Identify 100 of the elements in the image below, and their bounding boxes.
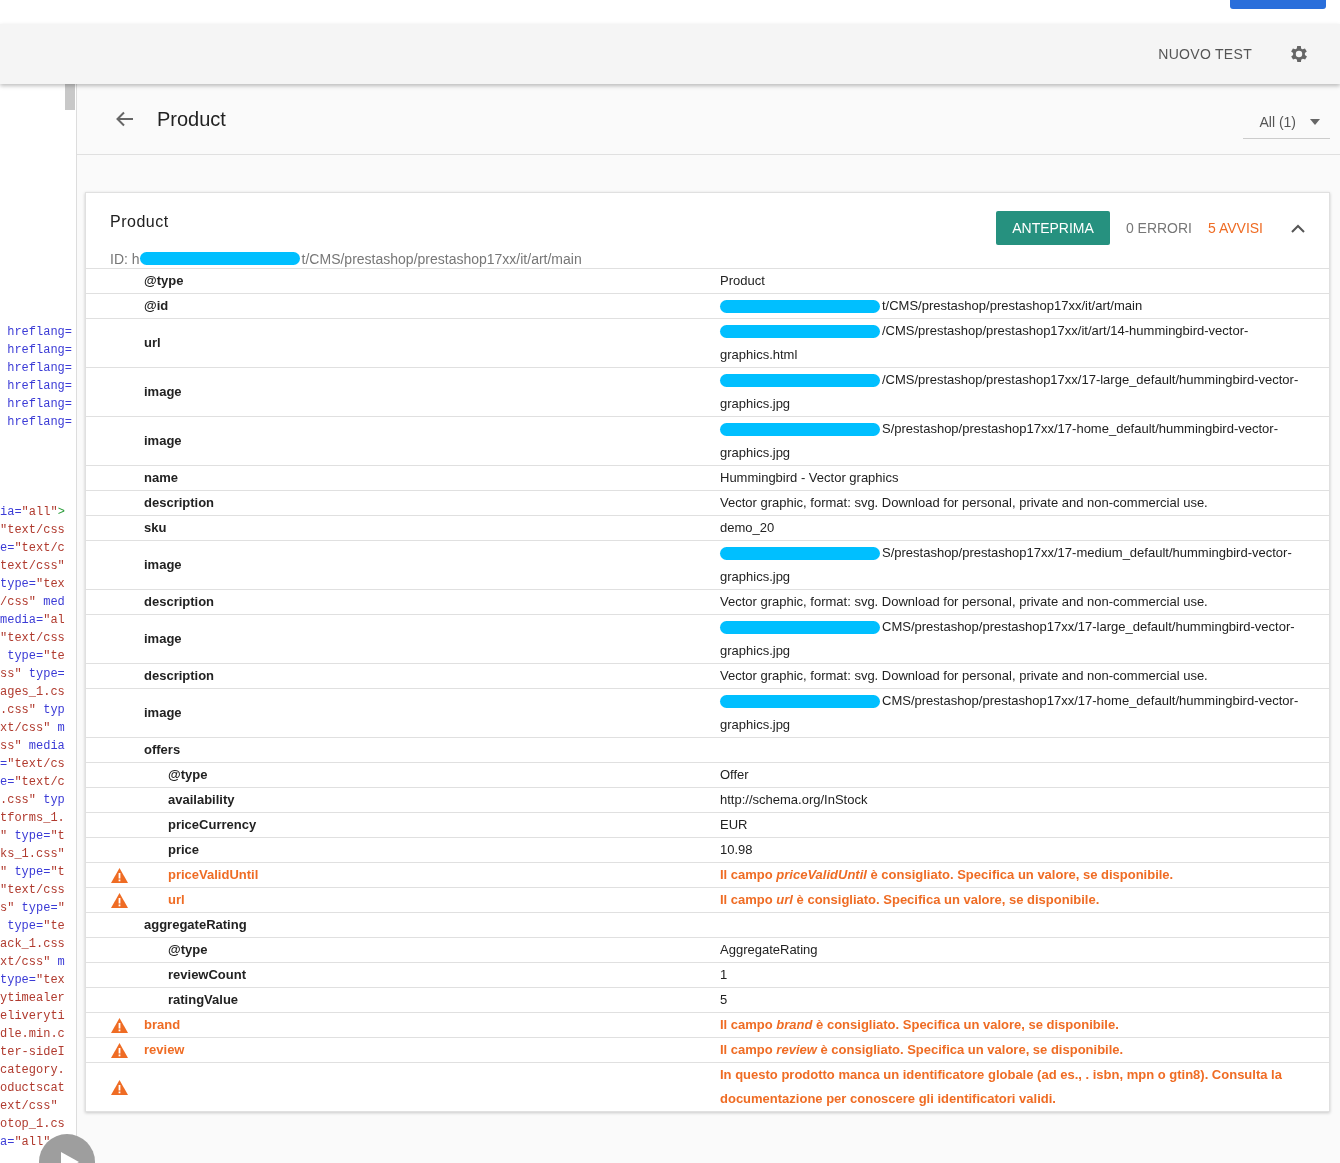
code-line: " type="t: [0, 828, 65, 845]
code-line: eliveryti: [0, 1008, 65, 1025]
back-arrow-icon[interactable]: [115, 109, 135, 129]
property-value: 5: [720, 991, 729, 1009]
property-name: availability: [168, 791, 235, 809]
warning-message: Il campo priceValidUntil è consigliato. Specifica un valore, se disponibile.: [720, 866, 1175, 884]
property-value: EUR: [720, 816, 749, 834]
property-value: S/prestashop/prestashop17xx/17-home_default/hummingbird-vector-graphics.jpg: [720, 420, 1279, 462]
code-line: xt/css" m: [0, 720, 65, 737]
code-line: a="all": [0, 1134, 51, 1151]
property-name: image: [144, 704, 182, 722]
property-name: aggregateRating: [144, 916, 247, 934]
code-line: ss" type=: [0, 666, 65, 683]
code-line: ages_1.cs: [0, 684, 65, 701]
code-line: e="text/c: [0, 774, 65, 791]
warning-icon: [111, 1042, 128, 1058]
code-line: media="al: [0, 612, 65, 629]
new-test-button[interactable]: NUOVO TEST: [1158, 46, 1252, 62]
code-line: ack_1.css: [0, 936, 65, 953]
code-line: s" type=": [0, 900, 65, 917]
property-value: /CMS/prestashop/prestashop17xx/17-large_default/hummingbird-vector-graphics.jpg: [720, 371, 1300, 413]
warning-count: 5 AVVISI: [1208, 220, 1263, 236]
warning-message: Il campo brand è consigliato. Specifica un valore, se disponibile.: [720, 1016, 1120, 1034]
property-value: Offer: [720, 766, 750, 784]
code-line: xt/css" m: [0, 954, 65, 971]
id-label: ID: h: [110, 250, 140, 267]
code-line: text/css": [0, 558, 65, 575]
code-line: ext/css": [0, 1098, 58, 1115]
property-value: demo_20: [720, 519, 776, 537]
code-line: oductscat: [0, 1080, 65, 1097]
error-count: 0 ERRORI: [1125, 220, 1192, 236]
warning-icon: [111, 1017, 128, 1033]
property-value: Product: [720, 272, 766, 290]
property-value: /CMS/prestashop/prestashop17xx/it/art/14-hummingbird-vector-graphics.html: [720, 322, 1250, 364]
property-name: priceValidUntil: [168, 866, 259, 884]
code-line: ytimealer: [0, 990, 65, 1007]
property-value: Vector graphic, format: svg. Download for personal, private and non-commercial use.: [720, 667, 1209, 685]
code-line: category.: [0, 1062, 65, 1079]
scrollbar-thumb[interactable]: [65, 84, 75, 110]
code-line: "text/css: [0, 522, 65, 539]
property-name: description: [144, 667, 215, 685]
code-line: hreflang=: [6, 378, 72, 395]
property-name: brand: [144, 1016, 181, 1034]
property-name: @type: [144, 272, 184, 290]
collapse-chevron-icon[interactable]: [1291, 223, 1305, 233]
property-name: priceCurrency: [168, 816, 257, 834]
code-line: e="text/c: [0, 540, 65, 557]
code-line: ia="all">: [0, 504, 65, 521]
property-value: CMS/prestashop/prestashop17xx/17-home_default/hummingbird-vector-graphics.jpg: [720, 692, 1300, 734]
page-title: Product: [157, 107, 227, 131]
code-line: " type="t: [0, 864, 65, 881]
code-line: /css" med: [0, 594, 65, 611]
property-name: @type: [168, 941, 208, 959]
warning-message: Il campo review è consigliato. Specifica un valore, se disponibile.: [720, 1041, 1125, 1059]
filter-dropdown[interactable]: All (1): [1243, 105, 1330, 139]
property-value: Vector graphic, format: svg. Download for personal, private and non-commercial use.: [720, 593, 1209, 611]
property-name: description: [144, 494, 215, 512]
code-line: "text/css: [0, 630, 65, 647]
preview-button[interactable]: ANTEPRIMA: [996, 211, 1110, 245]
id-url: t/CMS/prestashop/prestashop17xx/it/art/main: [301, 250, 582, 267]
code-line: hreflang=: [6, 324, 72, 341]
code-line: type="te: [6, 648, 65, 665]
code-line: hreflang=: [6, 396, 72, 413]
property-name: sku: [144, 519, 167, 537]
warning-icon: [111, 892, 128, 908]
warning-icon: [111, 867, 128, 883]
code-line: .css" typ: [0, 702, 65, 719]
code-line: type="tex: [0, 576, 65, 593]
code-line: ter-sideI: [0, 1044, 65, 1061]
property-name: review: [144, 1041, 185, 1059]
property-name: image: [144, 383, 182, 401]
property-name: url: [144, 334, 161, 352]
code-line: ="text/cs: [0, 756, 65, 773]
code-line: hreflang=: [6, 360, 72, 377]
property-name: image: [144, 432, 182, 450]
settings-icon[interactable]: [1288, 43, 1310, 65]
property-value: CMS/prestashop/prestashop17xx/17-large_default/hummingbird-vector-graphics.jpg: [720, 618, 1296, 660]
property-name: @type: [168, 766, 208, 784]
property-name: description: [144, 593, 215, 611]
property-name: image: [144, 556, 182, 574]
property-name: ratingValue: [168, 991, 239, 1009]
property-name: image: [144, 630, 182, 648]
property-value: http://schema.org/InStock: [720, 791, 869, 809]
warning-message: Il campo url è consigliato. Specifica un valore, se disponibile.: [720, 891, 1101, 909]
code-line: "text/css: [0, 882, 65, 899]
code-line: dle.min.c: [0, 1026, 65, 1043]
code-line: tforms_1.: [0, 810, 65, 827]
code-line: type="te: [6, 918, 65, 935]
property-name: name: [144, 469, 178, 487]
property-name: price: [168, 841, 200, 859]
code-line: otop_1.cs: [0, 1116, 65, 1133]
property-value: 1: [720, 966, 729, 984]
property-value: Vector graphic, format: svg. Download for personal, private and non-commercial use.: [720, 494, 1209, 512]
code-line: hreflang=: [6, 342, 72, 359]
warning-message: In questo prodotto manca un identificatore globale (ad es., . isbn, mpn o gtin8). Consulta la documentazione per conoscere gli identificatori validi.: [720, 1066, 1283, 1108]
code-line: ss" media: [0, 738, 65, 755]
code-line: type="tex: [0, 972, 65, 989]
warning-icon: [111, 1079, 128, 1095]
code-line: ks_1.css": [0, 846, 65, 863]
code-line: hreflang=: [6, 414, 72, 431]
